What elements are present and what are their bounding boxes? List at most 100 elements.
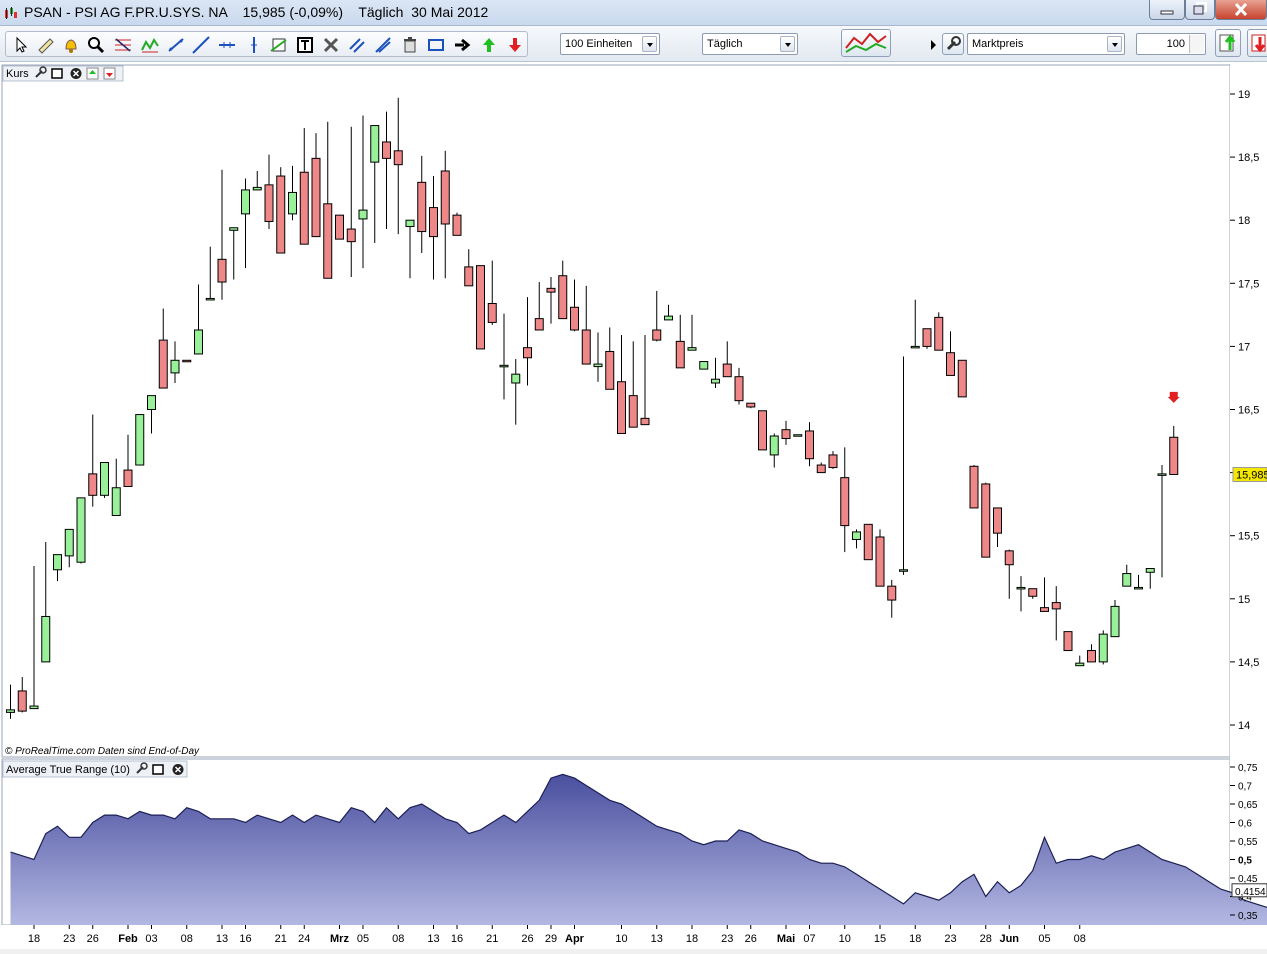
atr-tick-label: 0,7 — [1238, 782, 1252, 793]
price-tick-label: 19 — [1238, 89, 1250, 101]
date-tick-label: 23 — [944, 933, 956, 945]
candle-body — [42, 616, 50, 661]
quantity-stepper[interactable]: 100 — [1136, 33, 1206, 55]
cursor-tool[interactable] — [10, 35, 32, 55]
candle-body — [7, 710, 15, 713]
candle-body — [171, 360, 179, 373]
candle — [1064, 632, 1072, 651]
vertical-line-tool[interactable] — [243, 35, 265, 55]
close-icon — [1216, 0, 1266, 20]
candle-body — [77, 498, 85, 562]
candle-body — [406, 220, 414, 226]
line-tool[interactable] — [190, 35, 212, 55]
arrow-right-icon — [453, 36, 471, 54]
candle-body — [441, 171, 449, 224]
candle-body — [1099, 634, 1107, 662]
candle-body — [112, 488, 120, 516]
parallel-tool[interactable] — [346, 35, 368, 55]
candle-body — [806, 431, 814, 459]
ruler-icon — [37, 36, 55, 54]
price-panel-label: Kurs — [6, 68, 29, 80]
candle-body — [747, 403, 755, 407]
candle-body — [676, 341, 684, 368]
candle-body — [876, 537, 884, 586]
restore-button[interactable] — [1185, 0, 1215, 20]
chart-canvas[interactable]: 1918,51817,51716,51615,51514,51415,985 0… — [0, 62, 1267, 949]
fan-tool[interactable] — [372, 35, 394, 55]
candle-body — [230, 228, 238, 231]
candle — [794, 435, 802, 437]
spin-arrows-icon[interactable] — [1189, 35, 1204, 53]
channel-icon — [270, 36, 288, 54]
candle-body — [641, 418, 649, 424]
candle — [336, 215, 344, 239]
candle — [876, 529, 884, 586]
buy-arrow-tool[interactable] — [478, 35, 500, 55]
candle-body — [594, 364, 602, 367]
candle-body — [958, 360, 966, 397]
period-select[interactable]: Täglich — [702, 33, 798, 55]
zoom-tool[interactable] — [85, 35, 107, 55]
window-icon[interactable] — [153, 765, 163, 774]
text-tool[interactable] — [294, 35, 316, 55]
date-tick-label: Feb — [118, 933, 138, 945]
date-tick-label: 08 — [1074, 933, 1086, 945]
arrow-tool[interactable] — [451, 35, 473, 55]
move-up-icon[interactable] — [87, 68, 98, 79]
sell-button[interactable] — [1247, 29, 1267, 57]
indicator-button[interactable] — [841, 29, 891, 57]
candle — [864, 524, 872, 559]
window-title: PSAN - PSI AG F.PR.U.SYS. NA 15,985 (-0,… — [24, 4, 488, 20]
date-tick-label: 23 — [63, 933, 75, 945]
units-select[interactable]: 100 Einheiten — [560, 33, 660, 55]
chart-area: 1918,51817,51716,51615,51514,51415,985 0… — [0, 62, 1267, 949]
candle-body — [1158, 474, 1166, 476]
close-button[interactable] — [1215, 0, 1267, 20]
candle-body — [453, 215, 461, 235]
minimize-button[interactable] — [1149, 0, 1185, 20]
move-down-icon[interactable] — [104, 68, 115, 79]
candle-body — [770, 436, 778, 455]
close-panel-icon[interactable] — [71, 68, 82, 79]
chevron-down-icon — [642, 36, 657, 52]
rectangle-icon — [427, 36, 445, 54]
quantity-value: 100 — [1167, 38, 1185, 50]
units-select-value: 100 Einheiten — [565, 38, 632, 50]
candle — [136, 415, 144, 465]
date-tick-label: 13 — [427, 933, 439, 945]
candle-body — [218, 259, 226, 282]
date-tick-label: Mai — [777, 933, 795, 945]
candle-body — [371, 126, 379, 163]
trendline-tool[interactable] — [165, 35, 187, 55]
pattern-tool[interactable] — [139, 35, 161, 55]
candle-body — [206, 298, 214, 300]
settings-button[interactable] — [942, 33, 964, 55]
ruler-tool[interactable] — [35, 35, 57, 55]
candle — [935, 312, 943, 350]
date-tick-label: 21 — [275, 933, 287, 945]
close-panel-icon[interactable] — [173, 764, 184, 775]
period-select-value: Täglich — [707, 38, 742, 50]
rectangle-tool[interactable] — [425, 35, 447, 55]
toolbar-expand-icon[interactable] — [931, 40, 936, 50]
candle-body — [18, 691, 26, 711]
candle-body — [383, 142, 391, 158]
alarm-tool[interactable] — [60, 35, 82, 55]
sell-arrow-tool[interactable] — [504, 35, 526, 55]
buy-button[interactable] — [1215, 29, 1241, 57]
window-icon[interactable] — [52, 69, 62, 78]
delete-tool[interactable] — [399, 35, 421, 55]
candle-body — [324, 204, 332, 278]
candle-body — [723, 364, 731, 377]
fibonacci-tool[interactable] — [112, 35, 134, 55]
price-type-select[interactable]: Marktpreis — [967, 33, 1125, 55]
atr-tick-label: 0,6 — [1238, 819, 1252, 830]
zoom-icon — [87, 36, 105, 54]
hammer-tool[interactable] — [320, 35, 342, 55]
horizontal-line-tool[interactable] — [216, 35, 238, 55]
atr-tick-label: 0,75 — [1238, 763, 1258, 774]
date-tick-label: 13 — [216, 933, 228, 945]
channel-tool[interactable] — [268, 35, 290, 55]
date-tick-label: 26 — [521, 933, 533, 945]
drawing-tools-group — [5, 31, 528, 57]
